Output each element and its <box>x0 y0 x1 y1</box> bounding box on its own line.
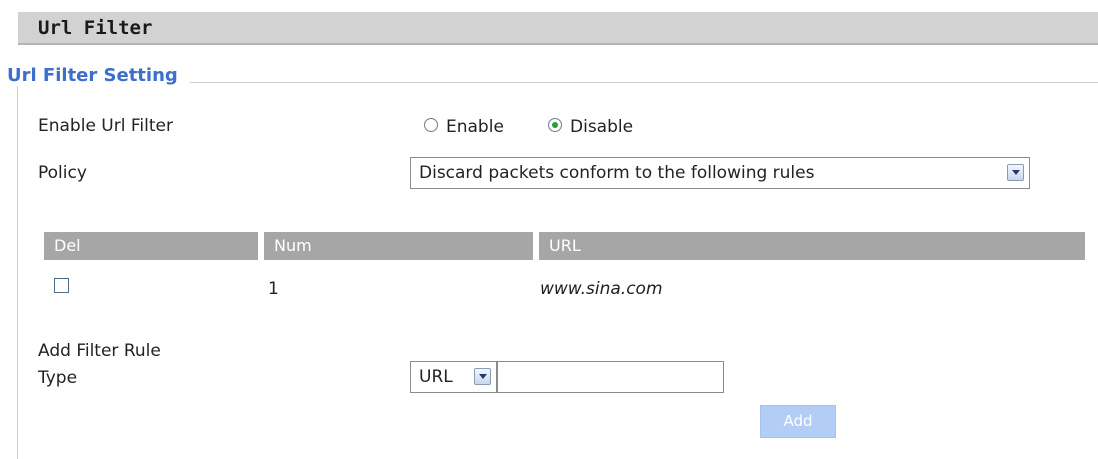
type-select-value: URL <box>419 367 453 387</box>
add-rule-heading: Add Filter Rule <box>38 341 161 361</box>
enable-radio-label[interactable]: Enable <box>446 117 504 137</box>
column-header-num: Num <box>264 232 533 260</box>
row-num: 1 <box>268 279 279 299</box>
disable-radio[interactable] <box>548 118 562 132</box>
section-title: Url Filter Setting <box>7 65 182 86</box>
chevron-down-icon[interactable] <box>1007 164 1024 181</box>
enable-filter-label: Enable Url Filter <box>38 116 173 136</box>
add-button[interactable]: Add <box>760 405 836 438</box>
type-label: Type <box>38 368 78 388</box>
row-url: www.sina.com <box>540 279 663 299</box>
section-border-left <box>17 82 18 459</box>
policy-label: Policy <box>38 163 87 183</box>
section-divider <box>190 82 1098 83</box>
column-header-url: URL <box>539 232 1085 260</box>
page-title: Url Filter <box>38 17 153 39</box>
row-delete-checkbox[interactable] <box>54 278 69 293</box>
policy-select[interactable]: Discard packets conform to the following… <box>410 157 1030 189</box>
type-select[interactable]: URL <box>410 361 497 393</box>
url-value-input[interactable] <box>497 361 724 393</box>
enable-radio[interactable] <box>424 118 438 132</box>
page-header: Url Filter <box>18 12 1098 45</box>
chevron-down-icon[interactable] <box>474 368 491 385</box>
disable-radio-label[interactable]: Disable <box>570 117 633 137</box>
policy-select-value: Discard packets conform to the following… <box>419 163 815 183</box>
column-header-del: Del <box>44 232 258 260</box>
